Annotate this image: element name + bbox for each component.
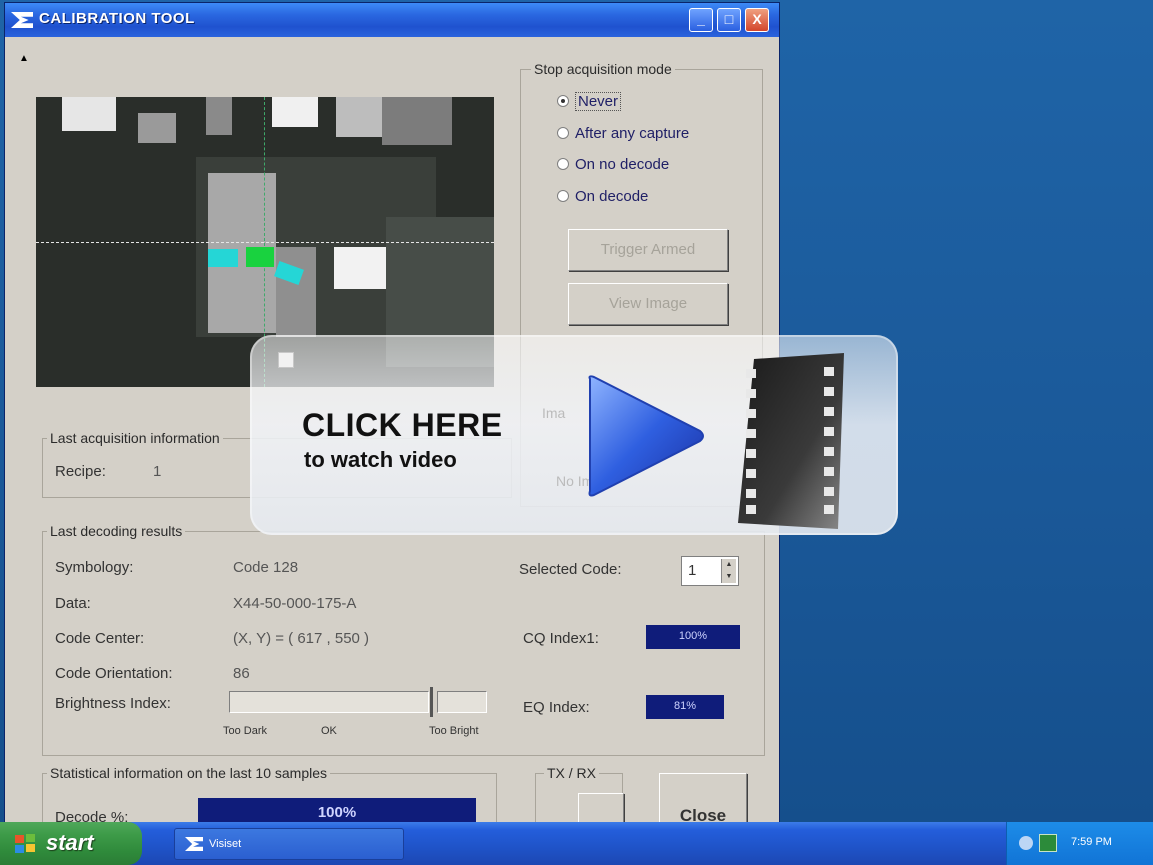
code-orientation-value: 86 xyxy=(233,665,250,682)
title-bar[interactable]: CALIBRATION TOOL _ □ X xyxy=(5,3,779,37)
close-window-button[interactable]: X xyxy=(745,8,769,32)
recipe-value: 1 xyxy=(153,463,162,480)
code-orientation-label: Code Orientation: xyxy=(55,665,173,682)
radio-on-no-decode[interactable]: On no decode xyxy=(557,156,669,173)
radio-dot-icon xyxy=(557,127,569,139)
network-icon[interactable] xyxy=(1039,834,1057,852)
radio-on-decode[interactable]: On decode xyxy=(557,188,648,205)
selected-code-value: 1 xyxy=(688,562,697,579)
brightness-bar-bright xyxy=(437,691,487,713)
symbology-label: Symbology: xyxy=(55,559,134,576)
radio-dot-icon xyxy=(557,190,569,202)
too-bright-label: Too Bright xyxy=(429,725,479,737)
selected-code-label: Selected Code: xyxy=(519,561,622,578)
cq-index-label: CQ Index1: xyxy=(523,630,599,647)
recipe-label: Recipe: xyxy=(55,463,106,480)
stop-mode-legend: Stop acquisition mode xyxy=(531,61,675,77)
view-image-button[interactable]: View Image xyxy=(568,283,728,325)
brightness-marker xyxy=(430,687,433,717)
window-title: CALIBRATION TOOL xyxy=(39,10,195,27)
clock: 7:59 PM xyxy=(1071,836,1112,848)
code-center-value: (X, Y) = ( 617 , 550 ) xyxy=(233,630,370,647)
watch-video-text: to watch video xyxy=(304,447,457,472)
play-icon[interactable] xyxy=(580,371,710,501)
decoded-code-marker xyxy=(246,247,274,267)
start-button[interactable]: start xyxy=(0,822,142,865)
click-here-text: CLICK HERE xyxy=(302,407,503,443)
taskbar: start Visiset 7:59 PM xyxy=(0,822,1153,865)
spinner-arrows-icon[interactable]: ▲ ▼ xyxy=(721,559,736,583)
app-logo-icon xyxy=(185,837,203,851)
txrx-legend: TX / RX xyxy=(544,765,600,781)
minimize-button[interactable]: _ xyxy=(689,8,713,32)
data-label: Data: xyxy=(55,595,91,612)
code-center-label: Code Center: xyxy=(55,630,145,647)
radio-dot-icon xyxy=(557,95,569,107)
radio-dot-icon xyxy=(557,158,569,170)
trigger-armed-button[interactable]: Trigger Armed xyxy=(568,229,728,271)
radio-never[interactable]: Never xyxy=(557,92,622,111)
txrx-indicator xyxy=(578,793,624,823)
windows-flag-icon xyxy=(15,834,35,853)
eq-index-value: 81% xyxy=(646,695,724,719)
selected-code-stepper[interactable]: 1 ▲ ▼ xyxy=(681,556,739,586)
caret-up-icon: ▲ xyxy=(19,53,29,64)
last-decoding-legend: Last decoding results xyxy=(47,523,186,539)
app-logo-icon xyxy=(11,12,33,28)
radio-after-any-capture[interactable]: After any capture xyxy=(557,125,689,142)
watch-video-overlay[interactable]: Ima No Image CLICK HERE to watch video xyxy=(250,335,898,535)
last-acquisition-legend: Last acquisition information xyxy=(47,430,223,446)
start-label: start xyxy=(46,830,94,855)
crosshair-horizontal xyxy=(36,242,494,243)
ok-label: OK xyxy=(321,725,337,737)
checkbox-icon xyxy=(278,352,294,368)
eq-index-label: EQ Index: xyxy=(523,699,590,716)
taskbar-item-label: Visiset xyxy=(209,838,242,850)
brightness-index-label: Brightness Index: xyxy=(55,695,171,712)
close-button[interactable]: Close xyxy=(659,773,747,823)
obscured-label-1: Ima xyxy=(542,405,566,421)
volume-icon[interactable] xyxy=(1019,836,1033,850)
symbology-value: Code 128 xyxy=(233,559,299,576)
cq-index-value: 100% xyxy=(646,625,740,649)
film-strip-icon xyxy=(738,353,844,529)
decode-percent-value: 100% xyxy=(198,798,476,823)
data-value: X44-50-000-175-A xyxy=(233,595,357,612)
too-dark-label: Too Dark xyxy=(223,725,268,737)
taskbar-item-visiset[interactable]: Visiset xyxy=(174,828,404,860)
system-tray: 7:59 PM xyxy=(1006,822,1153,865)
maximize-button[interactable]: □ xyxy=(717,8,741,32)
statistics-legend: Statistical information on the last 10 s… xyxy=(47,765,331,781)
brightness-bar-dark-ok xyxy=(229,691,429,713)
